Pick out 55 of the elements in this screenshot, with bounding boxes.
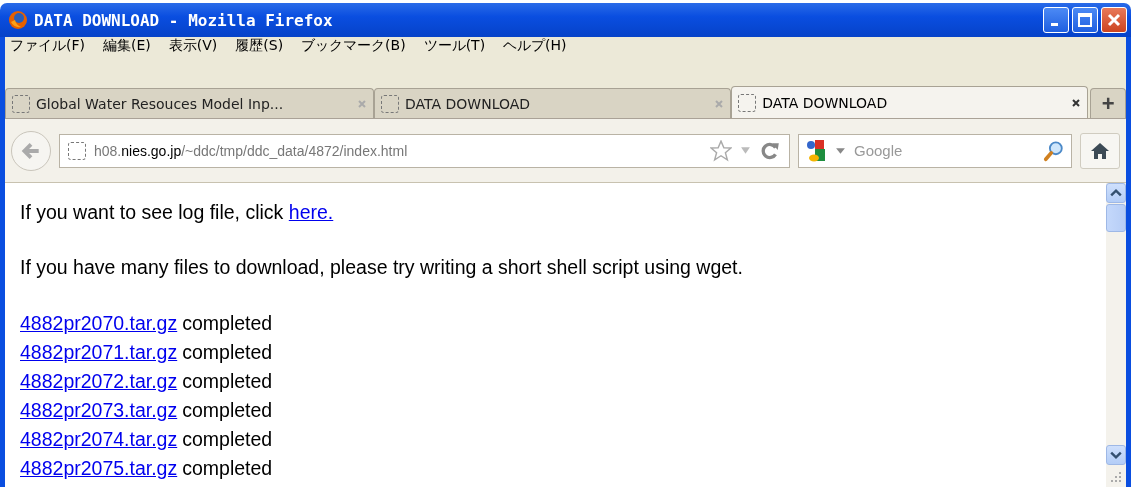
- address-bar[interactable]: h08.nies.go.jp/~ddc/tmp/ddc_data/4872/index.html: [59, 133, 790, 168]
- minimize-button[interactable]: [1043, 7, 1069, 33]
- star-icon[interactable]: [710, 139, 732, 162]
- tip-text: If you have many files to download, please try writing a short shell script using wget.: [20, 255, 744, 280]
- file-link[interactable]: 4882pr2070.tar.gz: [20, 309, 178, 338]
- menu-item[interactable]: ブックマーク(B): [301, 36, 406, 55]
- resize-grip-icon[interactable]: [1110, 471, 1122, 483]
- home-icon: [1091, 142, 1109, 159]
- menu-item[interactable]: ファイル(F): [10, 36, 85, 55]
- new-tab-button[interactable]: +: [1090, 88, 1126, 118]
- browser-tab[interactable]: DATA DOWNLOAD: [374, 88, 732, 118]
- maximize-icon: [1075, 10, 1095, 30]
- file-link[interactable]: 4882pr2075.tar.gz: [20, 454, 178, 483]
- scrollbar[interactable]: [1106, 183, 1126, 487]
- firefox-icon: [8, 10, 28, 30]
- search-icon[interactable]: [1043, 139, 1065, 162]
- close-button[interactable]: [1101, 7, 1127, 33]
- search-field[interactable]: Google: [798, 133, 1072, 168]
- menu-item[interactable]: ヘルプ(H): [503, 36, 567, 55]
- page-icon: [738, 93, 757, 112]
- scroll-up-button[interactable]: [1106, 183, 1126, 203]
- status-text: completed: [182, 340, 273, 365]
- status-text: completed: [182, 398, 273, 423]
- status-text: completed: [182, 369, 273, 394]
- status-text: completed: [182, 427, 273, 452]
- status-text: completed: [182, 456, 273, 481]
- file-link[interactable]: 4882pr2074.tar.gz: [20, 425, 178, 454]
- page-icon: [381, 94, 400, 113]
- url-text: h08.nies.go.jp/~ddc/tmp/ddc_data/4872/index.html: [94, 142, 409, 159]
- close-tab-icon[interactable]: [1071, 97, 1082, 108]
- dropdown-icon[interactable]: [740, 145, 751, 156]
- page-icon: [68, 141, 86, 160]
- menu-item[interactable]: 編集(E): [103, 36, 151, 55]
- home-button[interactable]: [1080, 132, 1120, 169]
- menu-item[interactable]: 履歴(S): [235, 36, 284, 55]
- status-text: completed: [182, 311, 273, 336]
- close-icon: [1107, 13, 1121, 27]
- minimize-icon: [1051, 23, 1058, 26]
- file-link[interactable]: 4882pr2073.tar.gz: [20, 396, 178, 425]
- file-link[interactable]: 4882pr2072.tar.gz: [20, 367, 178, 396]
- scroll-down-button[interactable]: [1106, 445, 1126, 465]
- back-arrow-icon: [21, 141, 41, 160]
- browser-tab[interactable]: Global Water Resouces Model Inp...: [5, 88, 375, 118]
- scroll-thumb[interactable]: [1106, 204, 1126, 232]
- page-icon: [12, 94, 30, 113]
- log-link[interactable]: here.: [288, 201, 334, 223]
- back-button[interactable]: [11, 130, 51, 171]
- browser-tab[interactable]: DATA DOWNLOAD: [731, 86, 1089, 118]
- menu-item[interactable]: ツール(T): [423, 36, 486, 55]
- window-title: DATA DOWNLOAD - Mozilla Firefox: [34, 10, 333, 30]
- dropdown-icon[interactable]: [835, 145, 846, 156]
- log-sentence: If you want to see log file, click here.: [20, 200, 335, 225]
- maximize-button[interactable]: [1072, 7, 1098, 33]
- menu-item[interactable]: 表示(V): [168, 36, 218, 55]
- file-link[interactable]: 4882pr2071.tar.gz: [20, 338, 178, 367]
